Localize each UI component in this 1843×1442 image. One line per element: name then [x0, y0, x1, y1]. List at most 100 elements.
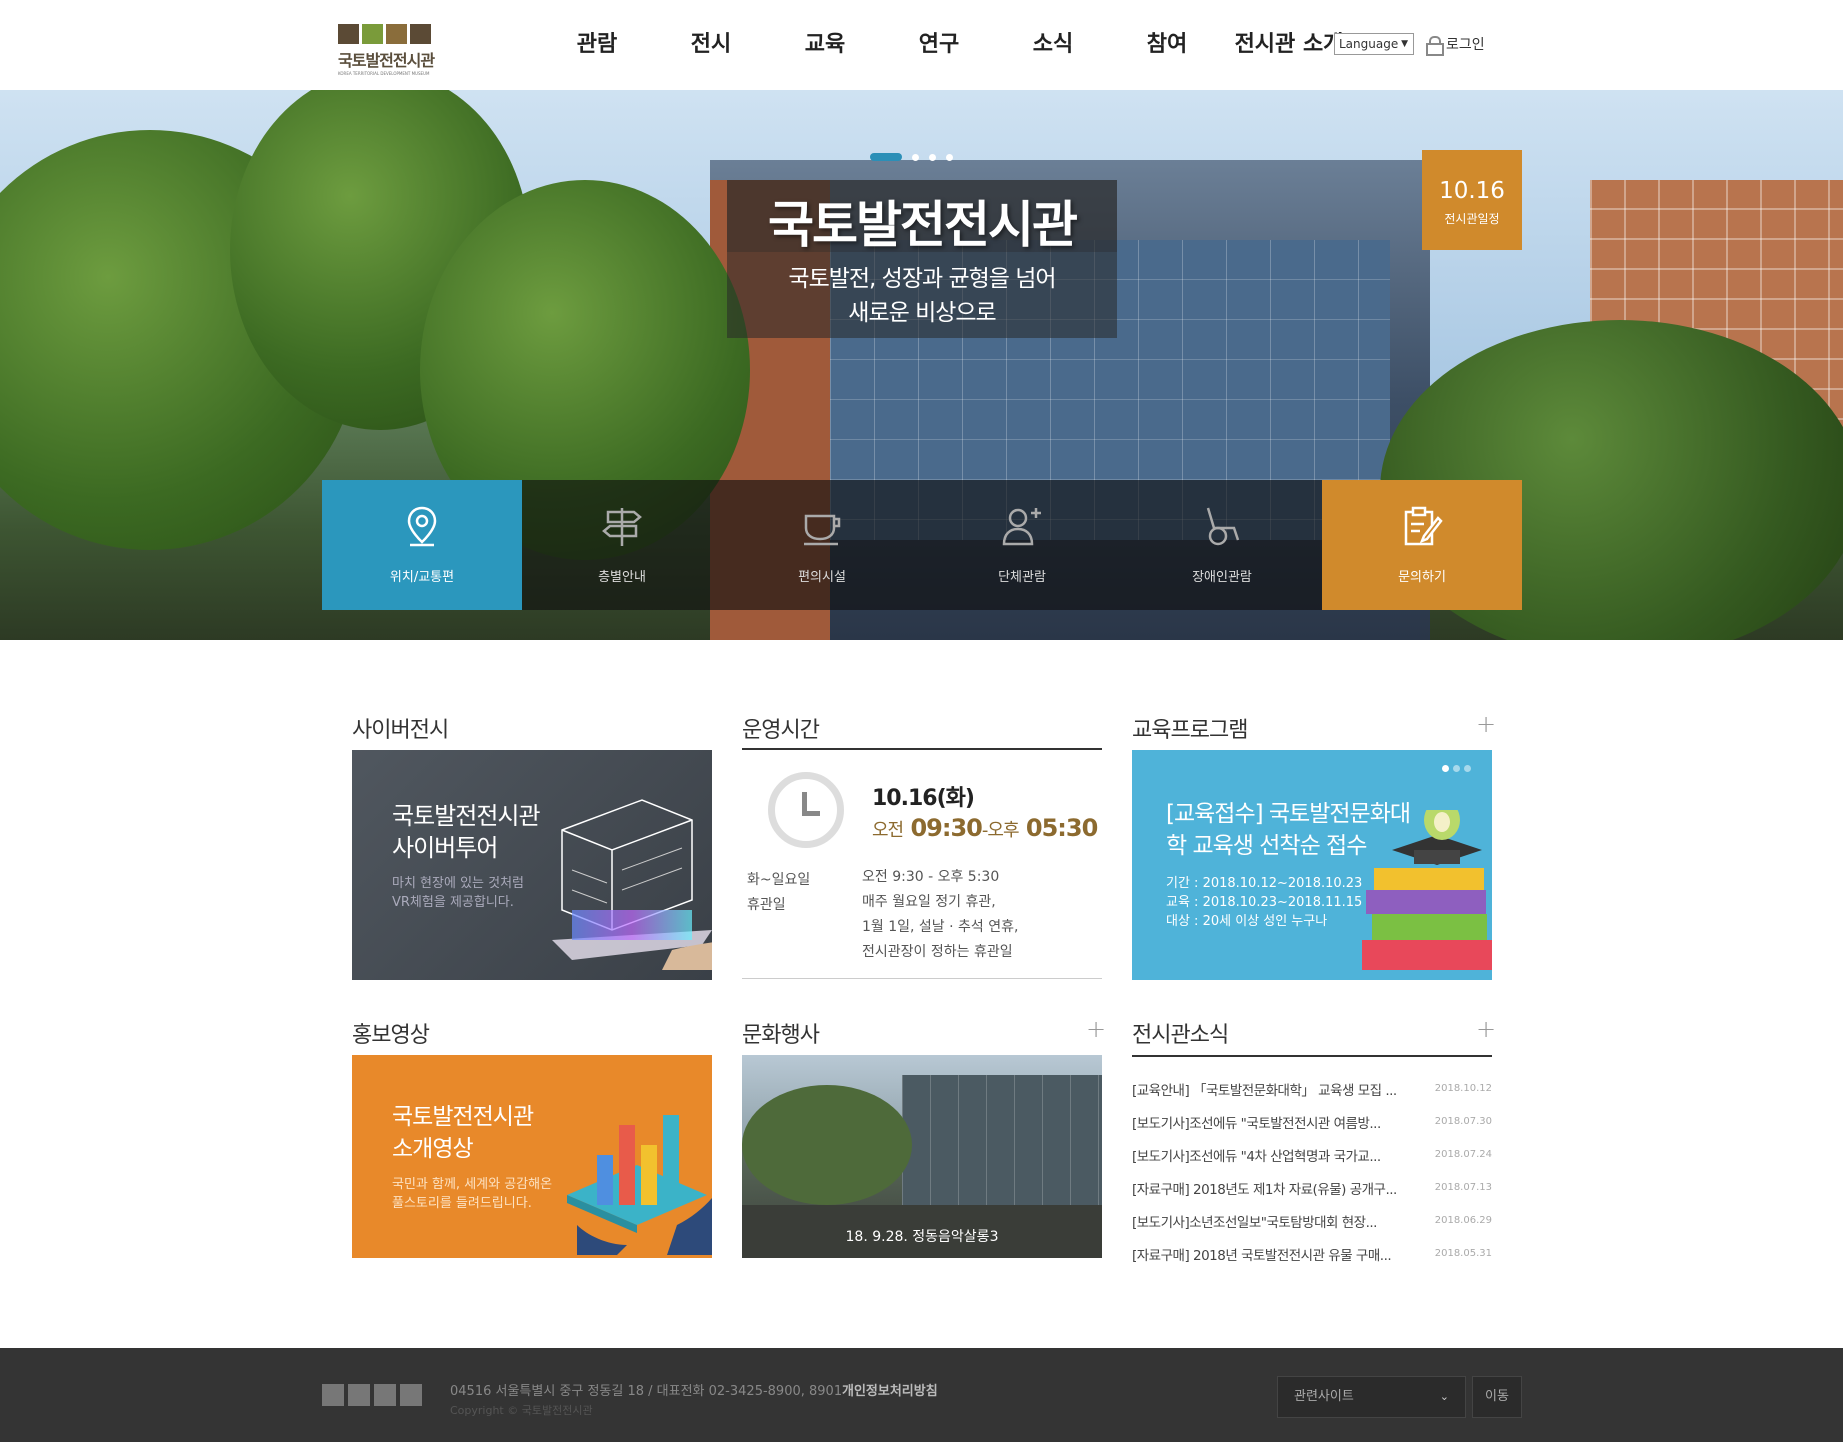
cyber-tour-card[interactable]: 국토발전전시관 사이버투어 마치 현장에 있는 것처럼 VR체험을 제공합니다.	[352, 750, 712, 980]
logo-subtext: KOREA TERRITORIAL DEVELOPMENT MUSEUM	[338, 71, 430, 76]
vr-building-illustration	[552, 799, 712, 970]
quick-link-label: 문의하기	[1398, 570, 1446, 585]
education-more-plus-icon[interactable]: +	[1476, 712, 1496, 736]
hours-row2-value: 매주 월요일 정기 휴관, 1월 1일, 설날 · 추석 연휴, 전시관장이 정…	[862, 890, 1018, 965]
news-item-date: 2018.07.24	[1434, 1149, 1492, 1160]
related-sites-select[interactable]: 관련사이트 ⌄	[1277, 1376, 1466, 1418]
nav-viewing[interactable]: 관람	[540, 26, 654, 58]
footer-address: 04516 서울특별시 중구 정동길 18 / 대표전화 02-3425-890…	[450, 1384, 843, 1399]
hero-banner: 국토발전전시관 국토발전, 성장과 균형을 넘어 새로운 비상으로 10.16 …	[0, 90, 1843, 640]
quick-link-label: 편의시설	[798, 570, 846, 585]
edu-dot-3[interactable]	[1464, 765, 1471, 772]
logo-text: 국토발전전시관	[338, 51, 435, 70]
nav-exhibition[interactable]: 전시	[654, 26, 768, 58]
promo-video-card[interactable]: 국토발전전시관 소개영상 국민과 함께, 세계와 공감해온 풀스토리를 들려드립…	[352, 1055, 712, 1258]
news-more-plus-icon[interactable]: +	[1476, 1017, 1496, 1041]
news-top-divider	[1132, 1055, 1492, 1057]
hours-top-divider	[742, 748, 1102, 750]
news-item-title: [보도기사]소년조선일보"국토탐방대회 현장...	[1132, 1214, 1377, 1231]
promo-card-sub-line2: 풀스토리를 들려드립니다.	[392, 1196, 532, 1211]
news-list: [교육안내] 「국토발전문화대학」 교육생 모집 ... 2018.10.12 …	[1132, 1072, 1492, 1270]
quick-link-accessibility[interactable]: 장애인관람	[1122, 480, 1322, 610]
quick-link-inquiry[interactable]: 문의하기	[1322, 480, 1522, 610]
news-item[interactable]: [자료구매] 2018년도 제1차 자료(유물) 공개구... 2018.07.…	[1132, 1171, 1492, 1204]
event-photo-building	[902, 1075, 1102, 1215]
news-item-title: [보도기사]조선에듀 "국토발전전시관 여름방...	[1132, 1115, 1381, 1132]
chevron-down-icon: ⌄	[1439, 1390, 1449, 1403]
news-item[interactable]: [보도기사]조선에듀 "4차 산업혁명과 국가교... 2018.07.24	[1132, 1138, 1492, 1171]
news-item-date: 2018.06.29	[1434, 1215, 1492, 1226]
news-item-title: [자료구매] 2018년도 제1차 자료(유물) 공개구...	[1132, 1181, 1397, 1198]
hours-row1-label: 화~일요일	[747, 872, 811, 888]
hero-subtitle-line1: 국토발전, 성장과 균형을 넘어	[788, 266, 1056, 292]
event-photo-card[interactable]: 18. 9.28. 정동음악살롱3	[742, 1055, 1102, 1258]
footer: 04516 서울특별시 중구 정동길 18 / 대표전화 02-3425-890…	[0, 1348, 1843, 1442]
hours-row2-label: 휴관일	[747, 897, 786, 913]
edu-dot-2[interactable]	[1453, 765, 1460, 772]
nav-research[interactable]: 연구	[882, 26, 996, 58]
hours-row2-line2: 1월 1일, 설날 · 추석 연휴,	[862, 919, 1019, 935]
events-more-plus-icon[interactable]: +	[1086, 1017, 1106, 1041]
coffee-cup-icon	[804, 514, 841, 546]
privacy-policy-link[interactable]: 개인정보처리방침	[842, 1380, 938, 1399]
slide-dot-1[interactable]	[870, 153, 902, 161]
news-item-date: 2018.10.12	[1434, 1083, 1492, 1094]
slide-dot-2[interactable]	[912, 153, 919, 161]
slide-dot-3[interactable]	[929, 153, 936, 161]
education-card[interactable]: [교육접수] 국토발전문화대학 교육생 선착순 접수 기간 : 2018.10.…	[1132, 750, 1492, 980]
cyber-card-title-line1: 국토발전전시관	[392, 802, 541, 830]
wheelchair-icon	[1206, 507, 1240, 546]
slide-pagination	[870, 153, 953, 161]
chevron-down-icon: ▼	[1401, 39, 1408, 49]
news-item[interactable]: [교육안내] 「국토발전문화대학」 교육생 모집 ... 2018.10.12	[1132, 1072, 1492, 1105]
go-button[interactable]: 이동	[1472, 1376, 1522, 1418]
news-item[interactable]: [자료구매] 2018년 국토발전전시관 유물 구매... 2018.05.31	[1132, 1237, 1492, 1270]
site-logo[interactable]: 국토발전전시관 KOREA TERRITORIAL DEVELOPMENT MU…	[338, 24, 435, 76]
news-item-title: [교육안내] 「국토발전문화대학」 교육생 모집 ...	[1132, 1082, 1397, 1099]
hours-section-title: 운영시간	[742, 718, 820, 743]
quick-link-floor-guide[interactable]: 층별안내	[522, 480, 722, 610]
news-item-date: 2018.07.30	[1434, 1116, 1492, 1127]
promo-card-title: 국토발전전시관 소개영상	[392, 1101, 534, 1165]
education-card-title: [교육접수] 국토발전문화대학 교육생 선착순 접수	[1166, 801, 1411, 859]
quick-link-label: 단체관람	[998, 570, 1046, 585]
cyber-card-title-line2: 사이버투어	[392, 834, 498, 862]
hours-am-label: 오전	[872, 820, 904, 841]
education-target: 대상 : 20세 이상 성인 누구나	[1166, 914, 1328, 929]
news-item-title: [보도기사]조선에듀 "4차 산업혁명과 국가교...	[1132, 1148, 1381, 1165]
hours-date: 10.16(화)	[872, 786, 975, 811]
quick-link-group-visit[interactable]: 단체관람	[922, 480, 1122, 610]
quick-links: 위치/교통편 층별안내 편의시설 단체관람 장애인관람 문의하기	[322, 480, 1522, 610]
quick-link-label: 층별안내	[598, 570, 646, 585]
hero-subtitle: 국토발전, 성장과 균형을 넘어 새로운 비상으로	[727, 262, 1117, 330]
promo-card-sub-line1: 국민과 함께, 세계와 공감해온	[392, 1177, 553, 1192]
hours-bottom-divider	[742, 978, 1102, 979]
cyber-card-title: 국토발전전시관 사이버투어	[392, 800, 541, 864]
nav-education[interactable]: 교육	[768, 26, 882, 58]
map-pin-icon	[407, 506, 437, 547]
quick-link-location[interactable]: 위치/교통편	[322, 480, 522, 610]
education-card-details: 기간 : 2018.10.12~2018.10.23 교육 : 2018.10.…	[1166, 874, 1362, 931]
slide-dot-4[interactable]	[946, 153, 953, 161]
edu-dot-1[interactable]	[1442, 765, 1449, 772]
news-item[interactable]: [보도기사]조선에듀 "국토발전전시관 여름방... 2018.07.30	[1132, 1105, 1492, 1138]
nav-news[interactable]: 소식	[996, 26, 1110, 58]
logo-mark-icon	[338, 24, 432, 44]
news-item-date: 2018.05.31	[1434, 1248, 1492, 1259]
schedule-badge[interactable]: 10.16 전시관일정	[1422, 150, 1522, 250]
nav-participation[interactable]: 참여	[1110, 26, 1224, 58]
events-section-title: 문화행사	[742, 1023, 820, 1048]
login-link[interactable]: 로그인	[1426, 34, 1485, 56]
quick-link-label: 위치/교통편	[389, 570, 455, 585]
clock-icon	[768, 772, 844, 848]
news-section-title: 전시관소식	[1132, 1023, 1229, 1048]
quick-link-facilities[interactable]: 편의시설	[722, 480, 922, 610]
news-item-date: 2018.07.13	[1434, 1182, 1492, 1193]
lock-icon	[1426, 36, 1444, 56]
hours-row2-line3: 전시관장이 정하는 휴관일	[862, 944, 1013, 960]
language-select[interactable]: Language ▼	[1334, 33, 1414, 55]
hours-pm-label: 오후	[987, 820, 1019, 841]
news-item[interactable]: [보도기사]소년조선일보"국토탐방대회 현장... 2018.06.29	[1132, 1204, 1492, 1237]
signpost-icon	[602, 508, 642, 546]
schedule-label: 전시관일정	[1444, 212, 1500, 226]
